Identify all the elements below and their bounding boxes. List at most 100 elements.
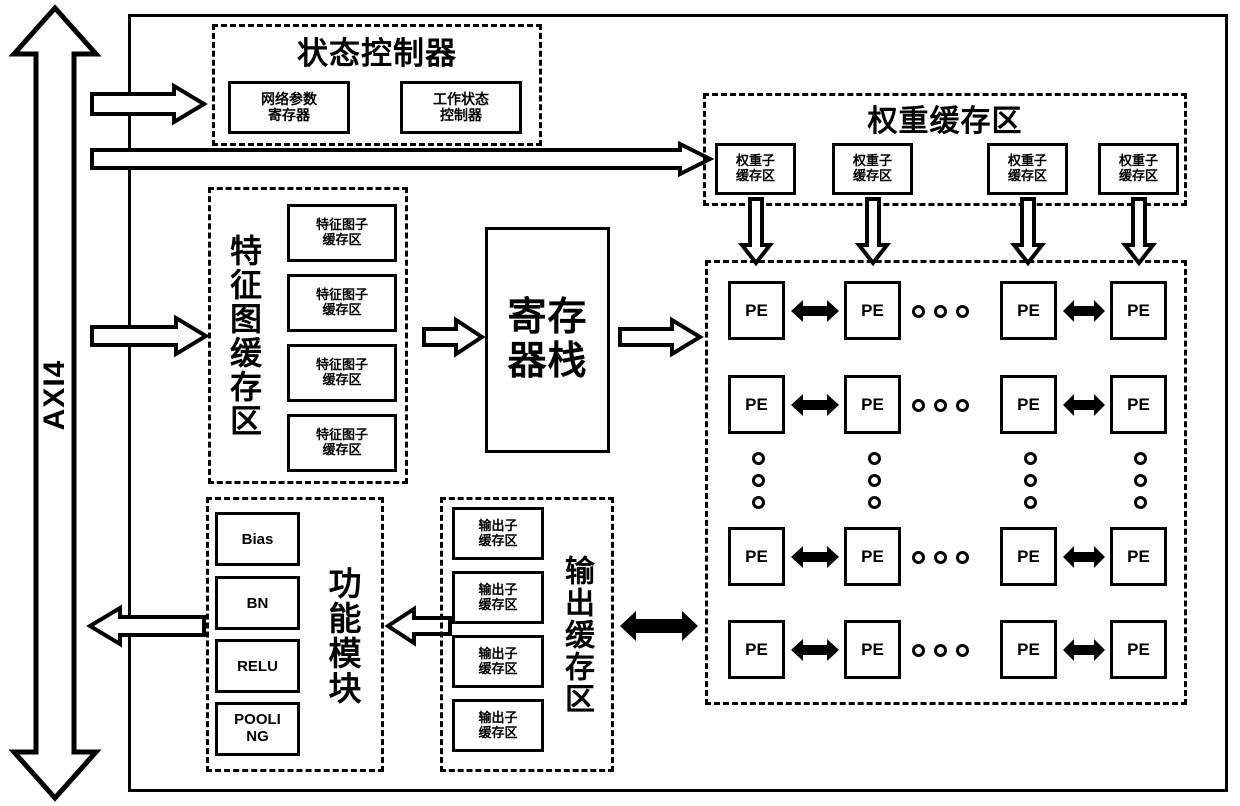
ellipsis-dot [751, 452, 765, 465]
output-sub-buffer-2-line2: 缓存区 [478, 596, 518, 612]
output-sub-buffer-1-line2: 缓存区 [478, 532, 518, 548]
weight-sub-buffer-4: 权重子 缓存区 [1098, 143, 1179, 195]
arrow-register-stack-to-pe-array [618, 316, 704, 358]
pe-cell-r4c4: PE [1110, 620, 1167, 679]
pe-cell-r2c2: PE [844, 375, 901, 434]
output-sub-buffer-4: 输出子 缓存区 [452, 699, 544, 752]
pe-cell-r1c1: PE [728, 281, 785, 340]
pe-col-4-ellipsis [1132, 452, 1148, 522]
arrow-weight-sub-buffer-2-to-pe-col-2 [854, 197, 892, 267]
feature-map-sub-buffer-4-line1: 特征图子 [315, 427, 368, 443]
ellipsis-dot [1023, 452, 1037, 465]
weight-sub-buffer-1-line1: 权重子 [735, 153, 775, 169]
feature-map-sub-buffer-2: 特征图子 缓存区 [287, 274, 397, 332]
pe-cell-r3c2: PE [844, 527, 901, 586]
pe-row-2-ellipsis [912, 397, 988, 413]
output-sub-buffer-4-line1: 输出子 [478, 709, 518, 725]
ellipsis-dot [912, 643, 925, 657]
arrow-output-buffer-to-pe-array [620, 611, 698, 641]
weight-sub-buffer-1: 权重子 缓存区 [715, 143, 796, 195]
arrow-pe-r3c3-r3c4 [1063, 546, 1105, 568]
ellipsis-dot [751, 496, 765, 509]
ellipsis-dot [912, 304, 925, 318]
pe-col-2-ellipsis [866, 452, 882, 522]
ellipsis-dot [867, 452, 881, 465]
arrow-weight-sub-buffer-4-to-pe-col-4 [1120, 197, 1158, 267]
diagram-canvas: AXI4 状态控制器 网络参数 寄存器 工作状态 控制器 权重缓存区 权重子 缓… [0, 0, 1240, 806]
arrow-pe-r2c3-r2c4 [1063, 394, 1105, 416]
register-stack-title-line2: 器栈 [507, 340, 588, 383]
weight-sub-buffer-2-line1: 权重子 [852, 153, 892, 169]
output-sub-buffer-1: 输出子 缓存区 [452, 507, 544, 560]
ellipsis-dot [867, 496, 881, 509]
arrow-pe-r1c3-r1c4 [1063, 300, 1105, 322]
ellipsis-dot [956, 398, 969, 412]
arrow-weight-sub-buffer-3-to-pe-col-3 [1009, 197, 1047, 267]
feature-map-sub-buffer-1: 特征图子 缓存区 [287, 204, 397, 262]
pe-col-3-ellipsis [1022, 452, 1038, 522]
arrow-axi4-to-status-controller [90, 82, 208, 126]
weight-sub-buffer-2: 权重子 缓存区 [832, 143, 913, 195]
weight-sub-buffer-4-line1: 权重子 [1118, 153, 1158, 169]
ellipsis-dot [1023, 496, 1037, 509]
feature-map-sub-buffer-2-line1: 特征图子 [315, 287, 368, 303]
weight-sub-buffer-3: 权重子 缓存区 [987, 143, 1068, 195]
ellipsis-dot [934, 550, 947, 564]
pe-cell-r1c2: PE [844, 281, 901, 340]
pe-cell-r4c1: PE [728, 620, 785, 679]
network-param-register-line2: 寄存器 [268, 106, 310, 123]
ellipsis-dot [912, 398, 925, 412]
pe-row-3-ellipsis [912, 549, 988, 565]
ellipsis-dot [912, 550, 925, 564]
ellipsis-dot [956, 643, 969, 657]
pe-cell-r1c3: PE [1000, 281, 1057, 340]
pe-cell-r1c4: PE [1110, 281, 1167, 340]
function-block-bias: Bias [215, 512, 300, 566]
feature-map-sub-buffer-1-line2: 缓存区 [322, 232, 362, 247]
pe-cell-r3c1: PE [728, 527, 785, 586]
ellipsis-dot [934, 398, 947, 412]
pe-cell-r2c1: PE [728, 375, 785, 434]
feature-map-sub-buffer-2-line2: 缓存区 [322, 302, 362, 317]
arrow-pe-r2c1-r2c2 [791, 394, 839, 416]
feature-map-sub-buffer-1-line1: 特征图子 [315, 217, 368, 233]
ellipsis-dot [1133, 496, 1147, 509]
ellipsis-dot [1133, 452, 1147, 465]
feature-map-sub-buffer-3-line1: 特征图子 [315, 357, 368, 373]
output-sub-buffer-3-line1: 输出子 [478, 645, 518, 661]
pe-cell-r3c3: PE [1000, 527, 1057, 586]
pe-col-1-ellipsis [750, 452, 766, 522]
register-stack-block: 寄存 器栈 [485, 227, 610, 453]
output-sub-buffer-2-line1: 输出子 [478, 581, 518, 597]
ellipsis-dot [751, 474, 765, 487]
feature-map-sub-buffer-3-line2: 缓存区 [322, 372, 362, 387]
work-status-controller-line1: 工作状态 [433, 90, 489, 107]
weight-sub-buffer-4-line2: 缓存区 [1118, 168, 1158, 183]
arrow-weight-sub-buffer-1-to-pe-col-1 [737, 197, 775, 267]
work-status-controller-line2: 控制器 [440, 106, 482, 123]
weight-sub-buffer-3-line2: 缓存区 [1007, 168, 1047, 183]
function-module-title: 功能模块 [324, 566, 361, 706]
pe-row-1-ellipsis [912, 303, 988, 319]
output-sub-buffer-3: 输出子 缓存区 [452, 635, 544, 688]
arrow-function-module-to-axi4 [86, 604, 206, 648]
function-block-pooling: POOLI NG [215, 702, 300, 756]
function-block-relu: RELU [215, 639, 300, 693]
weight-sub-buffer-3-line1: 权重子 [1007, 153, 1047, 169]
output-buffer-title: 输出缓存区 [560, 555, 593, 715]
arrow-pe-r4c3-r4c4 [1063, 639, 1105, 661]
work-status-controller-block: 工作状态 控制器 [400, 81, 522, 134]
feature-map-sub-buffer-4: 特征图子 缓存区 [287, 414, 397, 472]
pe-cell-r3c4: PE [1110, 527, 1167, 586]
ellipsis-dot [956, 550, 969, 564]
ellipsis-dot [956, 304, 969, 318]
pe-cell-r4c3: PE [1000, 620, 1057, 679]
pe-cell-r4c2: PE [844, 620, 901, 679]
arrow-feature-buffer-to-register-stack [422, 316, 486, 358]
status-controller-title: 状态控制器 [297, 35, 457, 71]
arrow-axi4-to-feature-buffer [90, 314, 210, 358]
ellipsis-dot [934, 643, 947, 657]
weight-sub-buffer-1-line2: 缓存区 [735, 168, 775, 183]
arrow-axi4-to-weight-buffer [90, 140, 715, 178]
function-block-bn: BN [215, 576, 300, 630]
